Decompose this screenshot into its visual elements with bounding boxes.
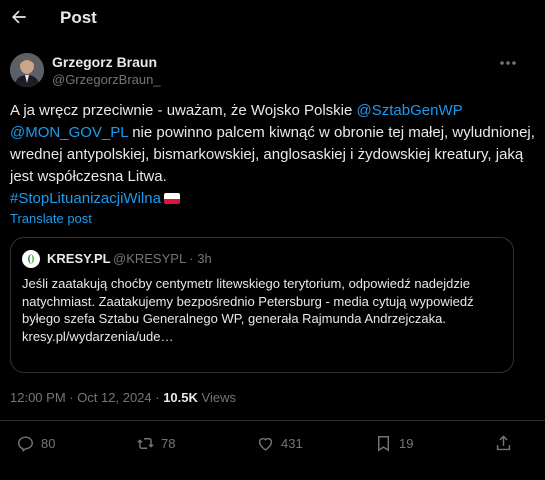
quote-avatar xyxy=(22,250,40,268)
more-button[interactable] xyxy=(497,54,519,72)
repost-icon xyxy=(137,437,154,449)
quote-author-name: KRESY.PL xyxy=(47,251,111,266)
quote-body: Jeśli zaatakują choćby centymetr litewsk… xyxy=(22,276,474,326)
quote-text: Jeśli zaatakują choćby centymetr litewsk… xyxy=(22,275,506,345)
back-button[interactable] xyxy=(8,6,30,28)
top-bar: Post xyxy=(0,0,545,38)
repost-button[interactable]: 78 xyxy=(136,433,175,453)
views-label: Views xyxy=(197,390,236,405)
share-icon xyxy=(496,434,511,450)
repost-count: 78 xyxy=(161,435,176,451)
avatar-portrait-icon xyxy=(10,53,44,87)
reply-count: 80 xyxy=(41,435,56,451)
share-button[interactable] xyxy=(494,433,519,453)
arrow-left-icon xyxy=(12,10,26,24)
author-handle[interactable]: @GrzegorzBraun_ xyxy=(52,72,161,87)
quote-link: kresy.pl/wydarzenia/ude… xyxy=(22,328,174,344)
kresy-logo-icon xyxy=(23,251,39,267)
divider xyxy=(0,420,545,421)
page-title: Post xyxy=(60,8,97,27)
more-dots-icon xyxy=(500,61,516,65)
views-count: 10.5K xyxy=(163,390,198,405)
bookmark-icon xyxy=(378,435,389,452)
quoted-post[interactable]: KRESY.PL @KRESYPL · 3h Jeśli zaatakują c… xyxy=(10,237,514,373)
translate-post-link[interactable]: Translate post xyxy=(10,211,92,226)
post-meta: 12:00 PM · Oct 12, 2024 · 10.5K Views xyxy=(10,390,236,405)
like-count: 431 xyxy=(281,435,303,451)
reply-button[interactable]: 80 xyxy=(16,433,55,453)
tweet-text-part: A ja wręcz przeciwnie - uważam, że Wojsk… xyxy=(10,102,357,119)
bookmark-count: 19 xyxy=(399,435,414,451)
quote-author-handle: @KRESYPL · 3h xyxy=(113,251,212,266)
tweet-text: A ja wręcz przeciwnie - uważam, że Wojsk… xyxy=(10,100,535,210)
author-name[interactable]: Grzegorz Braun xyxy=(52,54,157,70)
like-button[interactable]: 431 xyxy=(256,433,303,453)
mention-link[interactable]: @SztabGenWP xyxy=(357,102,463,119)
hashtag-link[interactable]: #StopLituanizacjiWilna xyxy=(10,190,161,207)
heart-icon xyxy=(258,437,273,451)
mention-link[interactable]: @MON_GOV_PL xyxy=(10,124,128,141)
bookmark-button[interactable]: 19 xyxy=(374,433,413,453)
timestamp[interactable]: 12:00 PM · Oct 12, 2024 · xyxy=(10,390,163,405)
poland-flag-icon xyxy=(163,193,180,204)
avatar[interactable] xyxy=(10,53,44,87)
reply-icon xyxy=(18,435,33,452)
